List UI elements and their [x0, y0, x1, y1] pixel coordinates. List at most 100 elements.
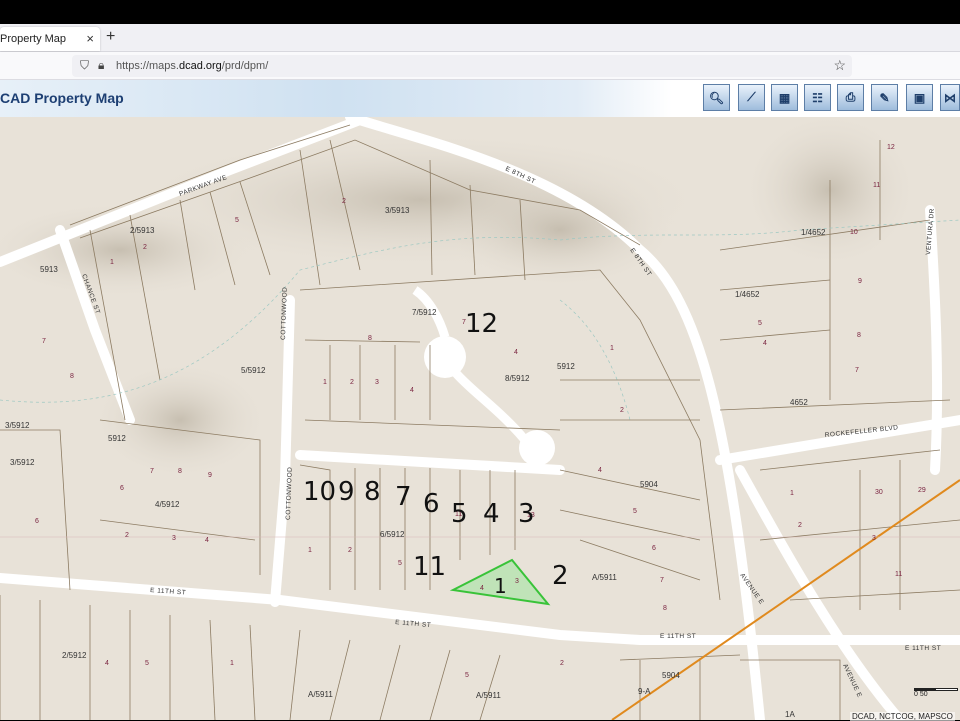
plat-label: 5/5912	[241, 366, 266, 375]
lot-number: 6	[120, 485, 124, 492]
handwritten-number: 10	[303, 477, 336, 507]
lot-number: 12	[887, 144, 895, 151]
lot-number: 3	[172, 535, 176, 542]
plat-label: 1/4652	[801, 228, 826, 237]
basemap-tool-button[interactable]: ▣	[906, 84, 933, 111]
lot-number: 3	[375, 379, 379, 386]
lot-number: 7	[42, 338, 46, 345]
lot-number: 2	[350, 379, 354, 386]
grid-icon: ▦	[778, 90, 791, 105]
lot-number: 2	[560, 660, 564, 667]
plat-label: 2/5913	[130, 226, 155, 235]
url-text: https://maps.dcad.org/prd/dpm/	[116, 60, 269, 72]
lot-number: 7	[660, 577, 664, 584]
lot-number: 7	[855, 367, 859, 374]
lot-number: 8	[663, 605, 667, 612]
lot-number: 2	[798, 522, 802, 529]
handwritten-number: 11	[413, 552, 446, 582]
lot-number: 4	[205, 537, 209, 544]
map-scale-bar: 0 50	[914, 688, 958, 698]
bookmark-star-icon[interactable]: ☆	[833, 57, 846, 74]
plat-label: 1/4652	[735, 290, 760, 299]
plat-label: 9-A	[638, 687, 651, 696]
lot-number: 1	[323, 379, 327, 386]
lot-number: 1	[790, 490, 794, 497]
plat-label: 5904	[662, 671, 680, 680]
lot-number: 4	[105, 660, 109, 667]
edit-tool-button[interactable]: ✎	[871, 84, 898, 111]
property-map[interactable]: PARKWAY AVE E 8TH ST E 8TH ST E 11TH ST …	[0, 117, 960, 720]
ruler-icon: ⟋	[747, 90, 756, 104]
screen-top-bar	[0, 0, 960, 24]
pipeline-line	[611, 479, 960, 720]
lot-number: 4	[480, 585, 484, 592]
handwritten-number: 7	[395, 482, 412, 512]
address-bar-row: ⛉ 🔒︎ https://maps.dcad.org/prd/dpm/ ☆ ◫ …	[0, 52, 960, 124]
lot-number: 2	[620, 407, 624, 414]
layers-tool-button[interactable]: ▦	[771, 84, 798, 111]
plat-label: 4652	[790, 398, 808, 407]
plat-label: 6/5912	[380, 530, 405, 539]
lot-number: 5	[398, 560, 402, 567]
plat-label: 3/5913	[385, 206, 410, 215]
lot-number: 4	[598, 467, 602, 474]
plat-label: 7/5912	[412, 308, 437, 317]
handwritten-number: 3	[518, 499, 535, 529]
lot-number: 4	[514, 349, 518, 356]
browser-tab-bar: Property Map × +	[0, 24, 960, 52]
lot-number: 2	[143, 244, 147, 251]
handwritten-number: 8	[364, 477, 381, 507]
plat-label: A/5911	[476, 691, 501, 700]
zoom-tool-button[interactable]: 🔍︎	[703, 84, 730, 111]
handwritten-number: 1	[494, 574, 507, 598]
map-canvas[interactable]: PARKWAY AVE E 8TH ST E 8TH ST E 11TH ST …	[0, 117, 960, 720]
lot-number: 2	[348, 547, 352, 554]
lot-number: 4	[410, 387, 414, 394]
lot-number: 11	[895, 571, 902, 578]
lot-number: 4	[763, 340, 767, 347]
browser-tab[interactable]: Property Map ×	[0, 27, 100, 51]
lot-number: 9	[858, 278, 862, 285]
plat-label: 5904	[640, 480, 658, 489]
lot-number: 11	[873, 182, 880, 189]
url-field[interactable]: ⛉ 🔒︎ https://maps.dcad.org/prd/dpm/ ☆	[72, 55, 852, 77]
plat-label: 4/5912	[155, 500, 180, 509]
plat-label: 5912	[557, 362, 575, 371]
basemap-icon: ▣	[913, 90, 926, 105]
street-label: E 11TH ST	[905, 645, 941, 652]
lot-number: 7	[150, 468, 154, 475]
lot-number: 9	[208, 472, 212, 479]
tab-close-icon[interactable]: ×	[86, 31, 94, 46]
lot-number: 1	[308, 547, 312, 554]
lot-number: 1	[110, 259, 114, 266]
lot-number: 5	[145, 660, 149, 667]
plat-label: A/5911	[308, 690, 333, 699]
handwritten-number: 5	[451, 499, 468, 529]
lock-icon[interactable]: 🔒︎	[98, 58, 104, 73]
plat-label: 8/5912	[505, 374, 530, 383]
handwritten-number: 9	[338, 477, 355, 507]
share-icon: ⋈	[944, 90, 956, 105]
lot-number: 5	[633, 508, 637, 515]
lot-number: 29	[918, 487, 926, 494]
pencil-icon: ✎	[879, 90, 890, 105]
lot-number: 5	[465, 672, 469, 679]
list-tool-button[interactable]: ☷	[804, 84, 831, 111]
handwritten-number: 2	[552, 561, 569, 591]
tab-title: Property Map	[0, 33, 67, 45]
measure-tool-button[interactable]: ⟋	[738, 84, 765, 111]
share-tool-button[interactable]: ⋈	[940, 84, 960, 111]
lot-number: 8	[70, 373, 74, 380]
shield-icon[interactable]: ⛉	[80, 58, 89, 73]
street-label: COTTONWOOD	[285, 467, 294, 520]
print-tool-button[interactable]: ⎙	[837, 84, 864, 111]
lot-number: 3	[515, 578, 519, 585]
handwritten-number: 12	[465, 309, 498, 339]
new-tab-button[interactable]: +	[106, 28, 115, 46]
lot-number: 6	[652, 545, 656, 552]
plat-label: 2/5912	[62, 651, 87, 660]
plat-label: 5913	[40, 265, 58, 274]
lot-number: 8	[178, 468, 182, 475]
magnifier-icon: 🔍︎	[708, 90, 725, 105]
plat-label: 3/5912	[5, 421, 30, 430]
